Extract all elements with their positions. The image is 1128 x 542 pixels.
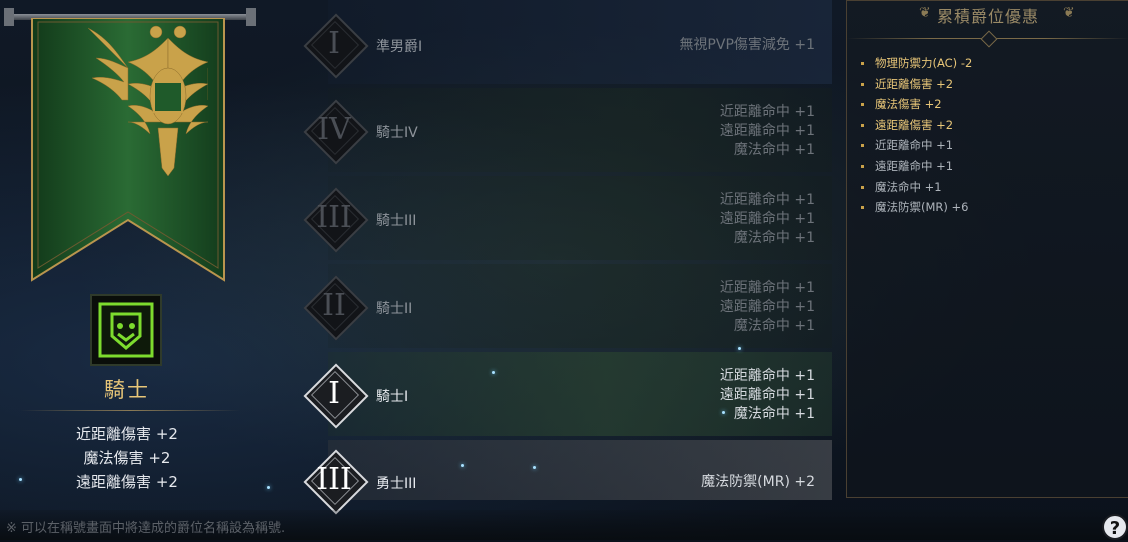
rank-name: 勇士III bbox=[376, 476, 417, 492]
rank-diamond-icon: III bbox=[302, 186, 369, 253]
rank-bonus-item: 近距離命中 +1 bbox=[719, 368, 815, 384]
rank-bonus-item: 近距離命中 +1 bbox=[719, 104, 815, 120]
accumulated-bonus-panel: ❦ 累積爵位優惠 ❦ 物理防禦力(AC) -2 近距離傷害 +2 魔法傷害 +2… bbox=[846, 0, 1128, 498]
rank-bonus-list: 近距離命中 +1 遠距離命中 +1 魔法命中 +1 bbox=[720, 103, 815, 160]
rank-row[interactable]: III 騎士III 近距離命中 +1 遠距離命中 +1 魔法命中 +1 bbox=[290, 176, 835, 260]
rank-numeral: III bbox=[316, 200, 352, 235]
rank-bonus-item: 近距離命中 +1 bbox=[719, 280, 815, 296]
rank-name: 準男爵I bbox=[376, 39, 423, 55]
sparkle bbox=[492, 371, 495, 374]
help-button[interactable]: ? bbox=[1102, 514, 1128, 540]
bonus-item: 魔法傷害 +2 bbox=[861, 94, 972, 115]
rank-name: 騎士II bbox=[376, 301, 413, 317]
sparkle bbox=[461, 464, 464, 467]
bonus-item: 遠距離傷害 +2 bbox=[861, 115, 972, 136]
rank-bonus-item: 近距離命中 +1 bbox=[719, 192, 815, 208]
rank-bonus-list: 近距離命中 +1 遠距離命中 +1 魔法命中 +1 bbox=[720, 279, 815, 336]
knight-class-icon bbox=[98, 302, 154, 358]
rank-bonus-item: 遠距離命中 +1 bbox=[719, 211, 815, 227]
divider-ornament-icon bbox=[980, 30, 998, 48]
rank-numeral: II bbox=[322, 288, 346, 323]
rank-numeral: I bbox=[328, 26, 340, 61]
rank-bonus-item: 魔法防禦(MR) +2 bbox=[701, 474, 815, 490]
rank-diamond-icon: IV bbox=[302, 98, 369, 165]
rank-bonus-list: 魔法防禦(MR) +2 bbox=[701, 473, 815, 492]
rank-bonus-item: 魔法命中 +1 bbox=[733, 142, 815, 158]
class-bonus-item: 近距離傷害 +2 bbox=[76, 425, 178, 443]
rank-name: 騎士I bbox=[376, 389, 409, 405]
rank-diamond-icon: II bbox=[302, 274, 369, 341]
rank-bonus-list: 無視PVP傷害減免 +1 bbox=[679, 36, 815, 55]
footer-bar: ※ 可以在稱號畫面中將達成的爵位名稱設為稱號. bbox=[0, 510, 1128, 540]
rank-numeral: I bbox=[328, 376, 340, 411]
sparkle bbox=[267, 486, 270, 489]
class-panel: 騎士 近距離傷害 +2 魔法傷害 +2 遠距離傷害 +2 bbox=[0, 0, 260, 505]
rank-bonus-item: 遠距離命中 +1 bbox=[719, 387, 815, 403]
sparkle bbox=[533, 466, 536, 469]
rank-row[interactable]: III 勇士III 魔法防禦(MR) +2 bbox=[290, 440, 835, 515]
rank-row[interactable]: II 騎士II 近距離命中 +1 遠距離命中 +1 魔法命中 +1 bbox=[290, 264, 835, 348]
rank-diamond-icon: I bbox=[302, 12, 369, 79]
pole-cap-left bbox=[4, 8, 14, 26]
rank-bonus-item: 魔法命中 +1 bbox=[733, 406, 815, 422]
bonus-item: 魔法防禦(MR) +6 bbox=[861, 197, 972, 218]
rank-numeral: IV bbox=[317, 112, 351, 147]
rank-row[interactable]: I 準男爵I 無視PVP傷害減免 +1 bbox=[290, 0, 835, 84]
bonus-item: 物理防禦力(AC) -2 bbox=[861, 53, 972, 74]
pole-cap-right bbox=[246, 8, 256, 26]
class-bonus-item: 遠距離傷害 +2 bbox=[76, 473, 178, 491]
rank-row-current[interactable]: I 騎士I 近距離命中 +1 遠距離命中 +1 魔法命中 +1 bbox=[290, 352, 835, 436]
sparkle bbox=[722, 411, 725, 414]
sparkle bbox=[19, 478, 22, 481]
footer-note: ※ 可以在稱號畫面中將達成的爵位名稱設為稱號. bbox=[6, 521, 286, 536]
guild-banner bbox=[30, 18, 226, 282]
rank-bonus-item: 遠距離命中 +1 bbox=[719, 299, 815, 315]
laurel-right-icon: ❦ bbox=[1063, 5, 1075, 21]
bonus-item: 近距離傷害 +2 bbox=[861, 74, 972, 95]
rank-name: 騎士IV bbox=[376, 125, 418, 141]
rank-bonus-item: 魔法命中 +1 bbox=[733, 230, 815, 246]
rank-bonus-list: 近距離命中 +1 遠距離命中 +1 魔法命中 +1 bbox=[720, 191, 815, 248]
rank-name: 騎士III bbox=[376, 213, 417, 229]
rank-bonus-item: 無視PVP傷害減免 +1 bbox=[679, 37, 815, 53]
double-eagle-icon bbox=[87, 25, 208, 177]
rank-numeral: III bbox=[316, 462, 352, 497]
rank-bonus-list: 近距離命中 +1 遠距離命中 +1 魔法命中 +1 bbox=[720, 367, 815, 424]
rank-bonus-item: 魔法命中 +1 bbox=[733, 318, 815, 334]
class-icon-frame bbox=[90, 294, 162, 366]
bonus-item: 遠距離命中 +1 bbox=[861, 156, 972, 177]
sparkle bbox=[738, 347, 741, 350]
rank-list: I 準男爵I 無視PVP傷害減免 +1 IV 騎士IV 近距離命中 +1 遠距離… bbox=[290, 0, 835, 515]
panel-title: 累積爵位優惠 bbox=[936, 7, 1039, 26]
divider bbox=[20, 410, 240, 411]
rank-bonus-item: 遠距離命中 +1 bbox=[719, 123, 815, 139]
class-name: 騎士 bbox=[104, 378, 150, 402]
accumulated-bonus-list: 物理防禦力(AC) -2 近距離傷害 +2 魔法傷害 +2 遠距離傷害 +2 近… bbox=[861, 53, 972, 218]
rank-diamond-icon: I bbox=[302, 362, 369, 429]
bonus-item: 魔法命中 +1 bbox=[861, 177, 972, 198]
bonus-item: 近距離命中 +1 bbox=[861, 135, 972, 156]
rank-row[interactable]: IV 騎士IV 近距離命中 +1 遠距離命中 +1 魔法命中 +1 bbox=[290, 88, 835, 172]
class-bonus-item: 魔法傷害 +2 bbox=[83, 449, 171, 467]
rank-diamond-icon: III bbox=[302, 448, 369, 515]
